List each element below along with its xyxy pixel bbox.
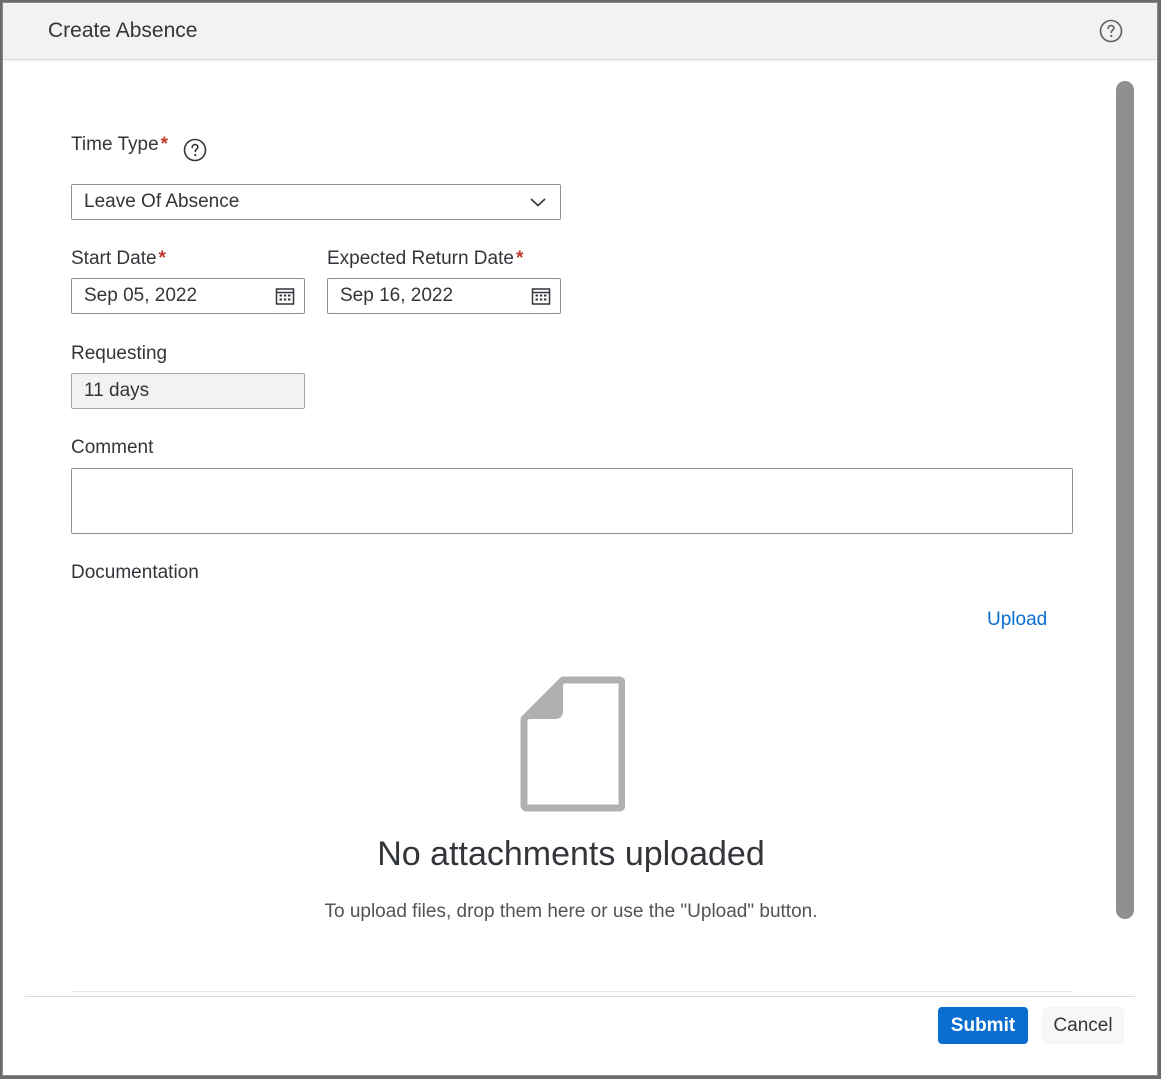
time-type-select[interactable]: Leave Of Absence [71,184,561,220]
empty-state-description: To upload files, drop them here or use t… [324,901,818,922]
return-date-label: Expected Return Date * [327,248,524,269]
start-date-value: Sep 05, 2022 [84,285,198,306]
content-divider [71,991,1073,992]
dialog-header: Create Absence [3,3,1157,60]
requesting-label: Requesting [71,343,168,364]
dialog-title: Create Absence [48,19,198,42]
help-circle-icon[interactable] [183,138,207,162]
start-date-field[interactable]: Sep 05, 2022 [71,278,305,314]
calendar-icon[interactable] [275,286,295,306]
documentation-label: Documentation [71,562,199,583]
time-type-value: Leave Of Absence [84,191,240,212]
footer-divider [25,996,1135,997]
time-type-label: Time Type * [71,134,169,155]
chevron-down-icon[interactable] [528,192,548,212]
help-icon[interactable] [1099,19,1123,43]
cancel-button[interactable]: Cancel [1042,1007,1124,1044]
create-absence-dialog: Create Absence Time Type * Leave Of Absen… [2,2,1158,1076]
vertical-scrollbar[interactable] [1116,81,1134,919]
required-marker: * [158,248,166,269]
empty-state-title: No attachments uploaded [377,835,765,873]
calendar-icon[interactable] [531,286,551,306]
required-marker: * [160,134,169,155]
requesting-value: 11 days [84,380,150,401]
required-marker: * [515,248,524,269]
start-date-label: Start Date * [71,248,166,269]
comment-label: Comment [71,437,154,458]
upload-button[interactable]: Upload [987,609,1047,631]
return-date-value: Sep 16, 2022 [340,285,454,306]
requesting-field: 11 days [71,373,305,409]
comment-textarea[interactable] [71,468,1073,534]
submit-button[interactable]: Submit [938,1007,1028,1044]
document-icon [519,675,626,813]
return-date-field[interactable]: Sep 16, 2022 [327,278,561,314]
